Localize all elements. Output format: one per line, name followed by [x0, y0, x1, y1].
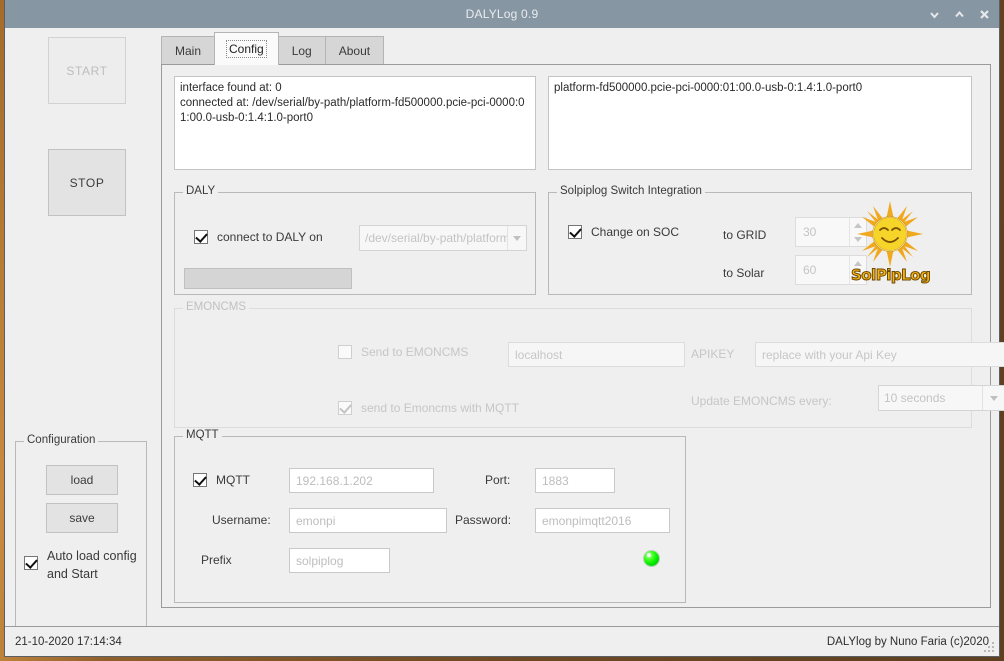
save-config-label: save	[69, 511, 95, 525]
mqtt-enable-checkbox[interactable]	[193, 473, 207, 487]
window-controls	[928, 0, 991, 28]
daly-group: DALY connect to DALY on /dev/serial/by-p…	[174, 185, 536, 295]
mqtt-username-label: Username:	[212, 513, 271, 527]
daly-port-value: /dev/serial/by-path/platform-fd	[365, 231, 507, 245]
mqtt-host-input[interactable]: 192.168.1.202	[289, 468, 434, 493]
tab-main[interactable]: Main	[161, 36, 216, 65]
status-credit: DALYlog by Nuno Faria (c)2020	[826, 635, 989, 648]
mqtt-status-led	[644, 551, 659, 566]
to-solar-value: 60	[803, 263, 817, 277]
maximize-button[interactable]	[953, 8, 966, 21]
tab-strip: Main Config Log About	[161, 32, 385, 65]
mqtt-password-label: Password:	[455, 513, 512, 527]
minimize-button[interactable]	[928, 8, 941, 21]
tab-log-label: Log	[291, 44, 312, 58]
tab-config-label: Config	[226, 40, 267, 58]
autoload-config-checkbox-row[interactable]: Auto load config and Start	[24, 547, 146, 583]
to-solar-label: to Solar	[723, 266, 765, 280]
configuration-group-legend: Configuration	[24, 434, 99, 446]
solpiplog-logo: SolPipLog	[851, 201, 932, 285]
save-config-button[interactable]: save	[46, 503, 118, 533]
connect-daly-checkbox[interactable]	[194, 230, 208, 244]
resize-grip-icon[interactable]	[983, 641, 996, 654]
mqtt-username-input[interactable]: emonpi	[289, 508, 447, 533]
autoload-config-checkbox[interactable]	[24, 556, 38, 570]
daly-group-legend: DALY	[183, 185, 219, 197]
update-every-label: Update EMONCMS every:	[691, 394, 832, 408]
mqtt-port-label: Port:	[485, 473, 511, 487]
to-grid-label: to GRID	[723, 228, 767, 242]
application-window: DALYLog 0.9 START STOP Configuration loa…	[4, 0, 1004, 657]
title-bar: DALYLog 0.9	[5, 0, 999, 28]
mqtt-group: MQTT MQTT 192.168.1.202 Port: 1883 Usern…	[174, 429, 686, 603]
emoncms-group: EMONCMS Send to EMONCMS localhost APIKEY…	[174, 301, 1004, 428]
close-button[interactable]	[978, 8, 991, 21]
window-body: START STOP Configuration load save Auto …	[5, 28, 1004, 633]
tab-about[interactable]: About	[324, 36, 385, 65]
change-on-soc-checkbox[interactable]	[568, 225, 582, 239]
send-to-emoncms-label: Send to EMONCMS	[361, 345, 469, 359]
mqtt-enable-label: MQTT	[216, 473, 250, 487]
change-on-soc-label: Change on SOC	[591, 225, 680, 239]
start-button[interactable]: START	[48, 37, 126, 104]
chevron-down-icon[interactable]	[506, 226, 526, 250]
emoncms-group-legend: EMONCMS	[183, 301, 250, 313]
status-bar: 21-10-2020 17:14:34 DALYlog by Nuno Fari…	[5, 626, 999, 656]
device-path-textarea[interactable]: platform-fd500000.pcie-pci-0000:01:00.0-…	[548, 76, 972, 170]
load-config-button[interactable]: load	[46, 465, 118, 495]
load-config-label: load	[70, 473, 94, 487]
configuration-group: Configuration load save Auto load config…	[15, 434, 147, 633]
autoload-config-label: Auto load config and Start	[47, 549, 137, 581]
config-tab-panel: interface found at: 0 connected at: /dev…	[161, 64, 1004, 608]
apikey-label: APIKEY	[691, 347, 735, 361]
left-sidebar: START STOP Configuration load save Auto …	[5, 28, 157, 633]
mqtt-enable-checkbox-row[interactable]: MQTT	[193, 473, 250, 487]
mqtt-password-input[interactable]: emonpimqtt2016	[535, 508, 670, 533]
mqtt-prefix-input[interactable]: solpiplog	[289, 548, 390, 573]
connect-daly-checkbox-row[interactable]: connect to DALY on	[194, 230, 323, 244]
solpiplog-group-legend: Solpiplog Switch Integration	[557, 185, 705, 197]
emoncms-apikey-input[interactable]: replace with your Api Key	[755, 342, 1004, 367]
interface-log-textarea[interactable]: interface found at: 0 connected at: /dev…	[174, 76, 536, 170]
daly-port-combobox[interactable]: /dev/serial/by-path/platform-fd	[359, 225, 527, 251]
mqtt-prefix-label: Prefix	[201, 553, 232, 567]
tab-config[interactable]: Config	[214, 32, 279, 65]
change-on-soc-checkbox-row[interactable]: Change on SOC	[568, 225, 679, 239]
solpiplog-logo-text: SolPipLog	[851, 266, 932, 285]
start-button-label: START	[66, 63, 108, 78]
emoncms-host-input[interactable]: localhost	[508, 342, 685, 367]
tab-main-label: Main	[175, 44, 202, 58]
chevron-down-icon[interactable]	[982, 386, 1004, 410]
to-grid-value: 30	[803, 225, 817, 239]
send-to-emoncms-checkbox[interactable]	[338, 345, 352, 359]
tab-zone: Main Config Log About interface found at…	[157, 28, 1004, 626]
send-to-emoncms-checkbox-row[interactable]: Send to EMONCMS	[338, 345, 468, 359]
mqtt-group-legend: MQTT	[183, 429, 222, 441]
mqtt-port-input[interactable]: 1883	[535, 468, 615, 493]
status-timestamp: 21-10-2020 17:14:34	[15, 635, 122, 648]
solpiplog-group: Solpiplog Switch Integration Change on S…	[548, 185, 972, 295]
send-emoncms-mqtt-label: send to Emoncms with MQTT	[361, 401, 520, 415]
emoncms-update-interval-combobox[interactable]: 10 seconds	[878, 385, 1004, 411]
connect-daly-label: connect to DALY on	[217, 230, 323, 244]
stop-button[interactable]: STOP	[48, 149, 126, 216]
window-title: DALYLog 0.9	[465, 7, 539, 21]
send-emoncms-mqtt-checkbox[interactable]	[338, 401, 352, 415]
emoncms-update-interval-value: 10 seconds	[884, 391, 946, 405]
stop-button-label: STOP	[69, 175, 105, 190]
tab-about-label: About	[338, 44, 371, 58]
tab-log[interactable]: Log	[277, 36, 326, 65]
daly-status-field	[184, 268, 352, 289]
send-emoncms-mqtt-checkbox-row[interactable]: send to Emoncms with MQTT	[338, 401, 519, 415]
